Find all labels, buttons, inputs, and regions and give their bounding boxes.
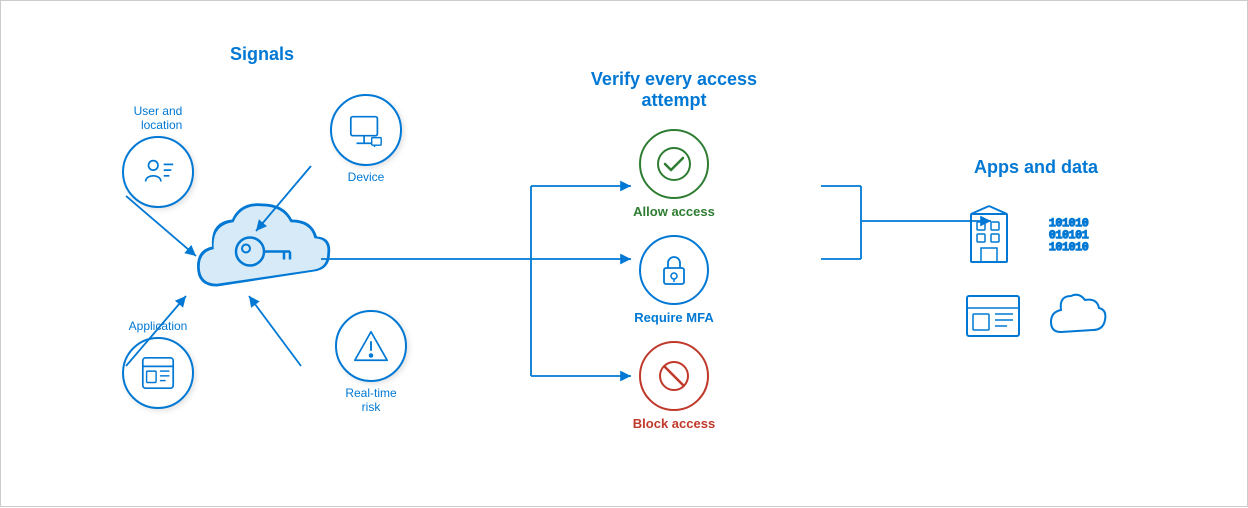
allow-circle (639, 129, 709, 199)
diagram-container: Signals User andlocation (0, 0, 1248, 507)
device-circle (330, 94, 402, 166)
data-bits-icon: 101010 010101 101010 (1045, 204, 1109, 268)
lock-icon (656, 252, 692, 288)
cloud-icon-wrapper (1045, 286, 1109, 350)
signals-title: Signals (102, 44, 422, 65)
user-list-icon (139, 153, 177, 191)
mfa-item: Require MFA (634, 235, 713, 325)
svg-text:101010: 101010 (1049, 218, 1089, 230)
svg-text:010101: 010101 (1049, 230, 1089, 242)
block-icon (656, 358, 692, 394)
risk-item: Real-timerisk (335, 310, 407, 414)
application-item: Application (122, 319, 194, 409)
data-bits-icon-wrapper: 101010 010101 101010 (1045, 204, 1109, 268)
block-circle (639, 341, 709, 411)
verify-section: Verify every access attempt Allow access (574, 69, 774, 439)
building-icon (963, 204, 1027, 268)
svg-text:101010: 101010 (1049, 242, 1089, 254)
application-circle (122, 337, 194, 409)
app-icon (139, 354, 177, 392)
mfa-circle (639, 235, 709, 305)
device-item: Device (330, 94, 402, 184)
cloud-key-wrapper (182, 191, 342, 316)
warning-icon (352, 327, 390, 365)
risk-circle (335, 310, 407, 382)
cloud-icon (1045, 286, 1109, 350)
apps-title: Apps and data (974, 157, 1098, 178)
block-label: Block access (633, 416, 715, 431)
apps-section: Apps and data 101010 010 (926, 157, 1146, 350)
building-icon-wrapper (963, 204, 1027, 268)
app-window-icon (963, 286, 1027, 350)
allow-access-item: Allow access (633, 129, 715, 219)
app-window-icon-wrapper (963, 286, 1027, 350)
verify-title: Verify every access attempt (591, 69, 757, 111)
block-item: Block access (633, 341, 715, 431)
signals-section: Signals User andlocation (102, 44, 422, 464)
mfa-label: Require MFA (634, 310, 713, 325)
apps-grid: 101010 010101 101010 (963, 204, 1109, 350)
allow-label: Allow access (633, 204, 715, 219)
cloud-key-svg (182, 191, 342, 311)
monitor-icon (347, 111, 385, 149)
checkmark-icon (656, 146, 692, 182)
